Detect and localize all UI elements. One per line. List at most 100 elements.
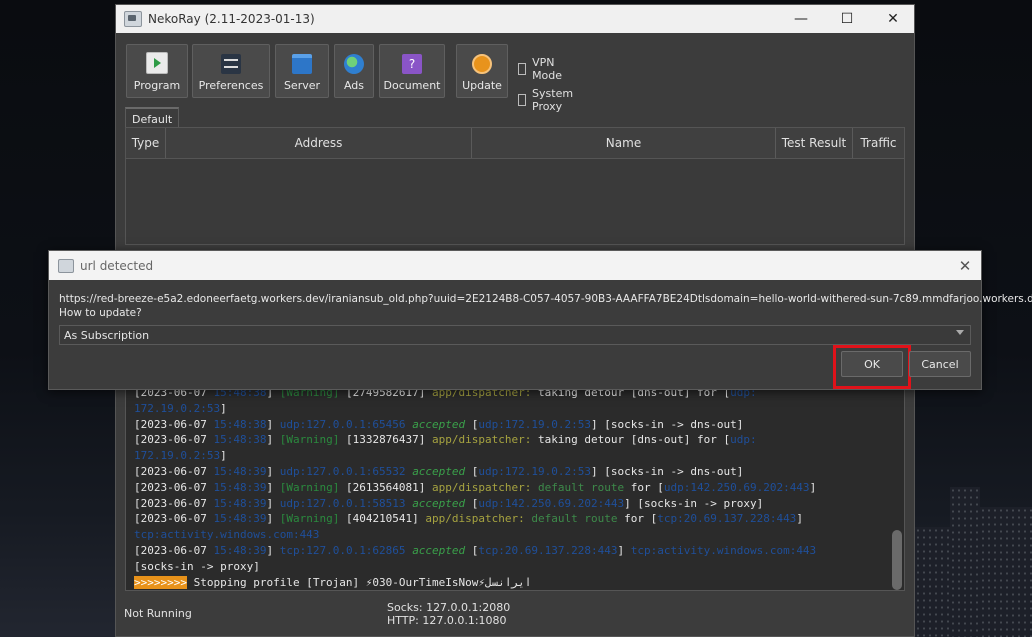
column-type[interactable]: Type <box>126 128 166 158</box>
log-segment: [2023-06-07 <box>134 465 214 478</box>
nekoray-app-icon <box>58 258 74 273</box>
log-segment: [socks-in -> proxy] <box>134 559 260 573</box>
log-segment: accepted <box>412 465 466 478</box>
vpn-mode-label: VPN Mode <box>532 56 563 82</box>
log-segment: for [ <box>617 512 658 526</box>
dialog-titlebar: url detected <box>49 251 981 280</box>
log-line: >>>>>>>> Stopping profile [Trojan] ⚡030-… <box>134 575 532 589</box>
log-segment: tcp:activity.windows.com:443 <box>134 528 320 542</box>
log-segment: [2023-06-07 <box>134 496 214 510</box>
update-icon <box>472 54 492 74</box>
log-segment: 172.19.0.2:53 <box>134 401 221 415</box>
detected-url: https://red-breeze-e5a2.edoneerfaetg.wor… <box>59 293 1032 305</box>
cancel-button[interactable]: Cancel <box>909 351 971 377</box>
preferences-button[interactable]: Preferences <box>192 44 270 98</box>
log-segment: tcp:20.69.137.228:443 <box>478 544 618 557</box>
ads-button[interactable]: Ads <box>334 44 374 98</box>
log-line: [socks-in -> proxy] <box>134 560 260 573</box>
log-segment: accepted <box>412 544 466 557</box>
dialog-close-button[interactable]: ✕ <box>949 251 981 280</box>
maximize-button[interactable]: ☐ <box>824 5 870 33</box>
server-button[interactable]: Server <box>275 44 329 98</box>
column-address[interactable]: Address <box>166 128 472 158</box>
log-line: tcp:activity.windows.com:443 <box>134 528 319 541</box>
tab-default[interactable]: Default <box>125 107 180 129</box>
server-table: Type Address Name Test Result Traffic <box>125 127 905 245</box>
log-segment: tcp:20.69.137.228:443 <box>657 512 797 526</box>
log-segment: 15:48:39 <box>213 480 267 494</box>
log-segment: ] <box>266 544 280 557</box>
program-button[interactable]: Program <box>126 44 188 98</box>
socks-port: Socks: 127.0.0.1:2080 <box>387 601 511 614</box>
log-segment: ] <box>266 512 280 526</box>
column-name[interactable]: Name <box>472 128 776 158</box>
close-button[interactable]: ✕ <box>870 5 916 33</box>
column-traffic[interactable]: Traffic <box>853 128 904 158</box>
log-segment: [2023-06-07 <box>134 512 214 526</box>
update-mode-select[interactable]: As Subscription <box>59 325 971 345</box>
log-segment: ] <box>220 401 227 415</box>
log-segment: 15:48:39 <box>213 512 267 526</box>
update-question: How to update? <box>59 307 142 319</box>
log-segment: app/dispatcher: <box>432 480 532 494</box>
log-line: [2023-06-07 15:48:39] udp:127.0.0.1:6553… <box>134 465 743 478</box>
log-segment: 15:48:39 <box>213 544 267 557</box>
proxy-ports: Socks: 127.0.0.1:2080 HTTP: 127.0.0.1:10… <box>387 601 510 627</box>
ok-button[interactable]: OK <box>841 351 903 377</box>
window-titlebar: NekoRay (2.11-2023-01-13) — ☐ ✕ <box>116 5 914 33</box>
log-segment: for [ <box>624 480 664 494</box>
log-segment: 15:48:38 <box>213 417 267 431</box>
log-segment: ] <box>266 433 280 447</box>
update-button[interactable]: Update <box>456 44 508 98</box>
log-segment: udp:127.0.0.1:65532 <box>279 465 406 478</box>
checkbox-box <box>518 63 527 75</box>
log-line: 172.19.0.2:53] <box>134 402 227 415</box>
server-icon <box>292 54 312 74</box>
window-title: NekoRay (2.11-2023-01-13) <box>148 12 315 26</box>
log-line: 172.19.0.2:53] <box>134 449 227 462</box>
document-button[interactable]: ? Document <box>379 44 445 98</box>
log-segment: [Warning] <box>279 433 340 447</box>
log-line: [2023-06-07 15:48:38] udp:127.0.0.1:6545… <box>134 418 743 431</box>
log-segment: >>>>>>>> <box>134 575 187 589</box>
log-scrollbar[interactable] <box>892 530 902 590</box>
log-segment: default route <box>538 480 625 494</box>
log-line: [2023-06-07 15:48:39] udp:127.0.0.1:5851… <box>134 497 763 510</box>
log-segment: ] <box>220 449 227 463</box>
log-segment: [ <box>465 496 479 510</box>
log-segment: udp:172.19.0.2:53 <box>478 465 592 478</box>
log-line: [2023-06-07 15:48:39] [Warning] [4042105… <box>134 512 803 525</box>
log-segment: ] <box>266 480 280 494</box>
log-segment: tcp:127.0.0.1:62865 <box>279 544 406 557</box>
document-icon: ? <box>402 54 422 74</box>
log-segment: ] [socks-in -> dns-out] <box>591 465 744 478</box>
log-line: [2023-06-07 15:48:39] tcp:127.0.0.1:6286… <box>134 544 816 557</box>
dialog-title: url detected <box>80 258 154 273</box>
column-test-result[interactable]: Test Result <box>776 128 853 158</box>
log-panel[interactable]: [2023-06-07 15:48:38] [Warning] [2749582… <box>125 379 905 591</box>
url-detected-dialog: url detected ✕ https://red-breeze-e5a2.e… <box>48 250 1032 390</box>
log-segment: udp:127.0.0.1:65456 <box>279 417 406 431</box>
vpn-mode-checkbox[interactable]: VPN Mode <box>518 56 566 82</box>
log-segment: tcp:activity.windows.com:443 <box>630 544 817 557</box>
group-tabs: Default <box>125 107 180 129</box>
log-line: [2023-06-07 15:48:38] [Warning] [1332876… <box>134 433 757 446</box>
log-segment: [ <box>465 465 479 478</box>
log-segment: 15:48:39 <box>213 496 267 510</box>
log-segment: ] [socks-in -> dns-out] <box>591 417 744 431</box>
http-port: HTTP: 127.0.0.1:1080 <box>387 614 507 627</box>
log-segment: taking detour [dns-out] for [ <box>531 433 731 447</box>
log-segment: ] <box>266 496 280 510</box>
log-segment: udp:172.19.0.2:53 <box>478 417 592 431</box>
log-segment: udp:127.0.0.1:58513 <box>279 496 406 510</box>
system-proxy-checkbox[interactable]: System Proxy <box>518 87 577 113</box>
log-segment: Stopping profile [Trojan] ⚡030-OurTimeIs… <box>186 575 532 589</box>
preferences-icon <box>221 54 241 74</box>
log-segment: default route <box>531 512 618 526</box>
log-segment: udp: <box>730 433 757 447</box>
log-line: [2023-06-07 15:48:39] [Warning] [2613564… <box>134 481 816 494</box>
log-segment: udp:142.250.69.202:443 <box>663 480 810 494</box>
log-segment: accepted <box>412 417 466 431</box>
log-segment: [ <box>465 417 479 431</box>
minimize-button[interactable]: — <box>778 5 824 33</box>
